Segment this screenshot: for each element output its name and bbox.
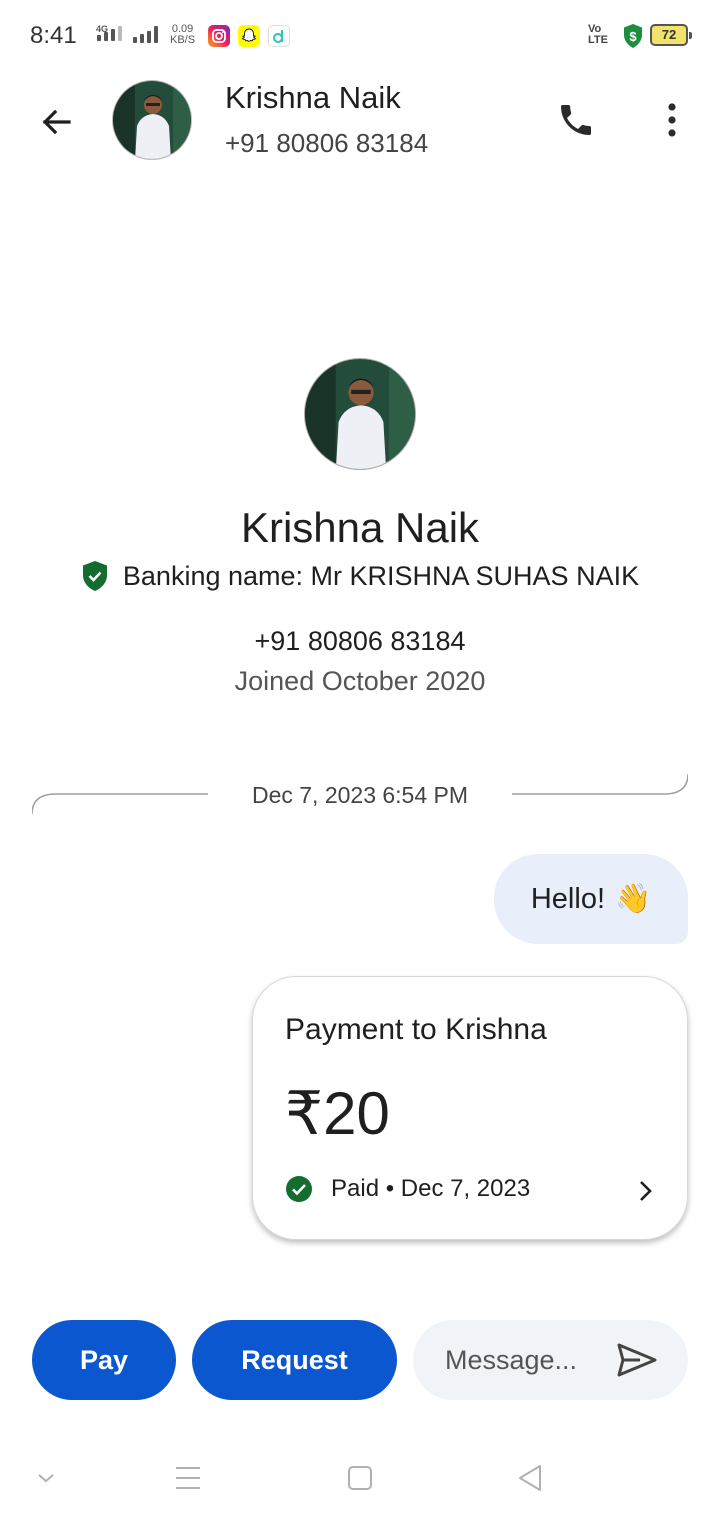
svg-text:$: $ [629,29,637,44]
payment-amount: ₹20 [285,1080,390,1147]
payment-status: Paid • Dec 7, 2023 [331,1175,531,1202]
sent-message-bubble[interactable]: Hello! 👋 [494,854,688,944]
pay-button[interactable]: Pay [32,1320,176,1400]
back-button[interactable] [32,98,80,146]
nav-menu-button[interactable] [166,1458,210,1498]
verified-shield-icon [82,561,107,591]
snapchat-icon [238,25,260,47]
joined-date: Joined October 2020 [234,666,486,696]
banking-name: Banking name: Mr KRISHNA SUHAS NAIK [122,560,640,591]
system-nav-bar [0,1440,720,1520]
more-vert-icon [668,103,676,137]
network-speed: 0.09 KB/S [170,23,196,46]
chevron-right-icon [640,1181,652,1201]
nav-collapse-button[interactable] [24,1458,68,1498]
message-field[interactable] [413,1320,688,1400]
phone-icon [561,105,591,135]
profile-name: Krishna Naik [240,504,480,551]
contact-avatar[interactable] [112,80,192,160]
more-options-button[interactable] [648,96,696,144]
payment-title: Payment to Krishna [285,1013,547,1046]
banking-name-row: Banking name: Mr KRISHNA SUHAS NAIK [0,560,720,592]
menu-icon [176,1467,200,1489]
profile-avatar[interactable] [304,358,416,470]
check-circle-icon [286,1176,312,1202]
profile-phone: +91 80806 83184 [254,626,466,656]
shield-dollar-icon: $ [622,23,644,49]
waving-hand-icon: 👋 [615,883,652,915]
message-text: Hello! [530,882,606,915]
battery-indicator: 72 [650,24,692,46]
chat-header: Krishna Naik +91 80806 83184 [0,72,720,172]
call-button[interactable] [552,96,600,144]
payment-card[interactable]: Payment to Krishna ₹20 Paid • Dec 7, 202… [252,976,688,1240]
nav-back-button[interactable] [508,1458,552,1498]
date-divider-label: Dec 7, 2023 6:54 PM [251,782,469,808]
date-divider: Dec 7, 2023 6:54 PM [31,770,689,818]
payment-status-row: Paid • Dec 7, 2023 [285,1175,530,1203]
nav-home-button[interactable] [338,1458,382,1498]
request-button[interactable]: Request [192,1320,397,1400]
header-contact-name: Krishna Naik [225,80,401,115]
app-d-icon [268,25,290,47]
volte-indicator: Vo LTE [588,23,608,46]
message-input[interactable] [445,1340,605,1380]
signal-icon-sim1 [97,26,122,41]
header-contact-phone: +91 80806 83184 [225,128,429,158]
signal-icon-sim2 [133,26,158,43]
status-bar: 8:41 4G 0.09 KB/S Vo LTE $ 72 [0,0,720,72]
back-triangle-icon [519,1465,541,1491]
chevron-down-icon [38,1474,54,1483]
send-icon [617,1343,657,1377]
instagram-icon [208,25,230,47]
home-square-icon [348,1466,372,1490]
arrow-left-icon [42,109,71,135]
status-time: 8:41 [30,22,77,49]
send-button[interactable] [613,1336,661,1384]
